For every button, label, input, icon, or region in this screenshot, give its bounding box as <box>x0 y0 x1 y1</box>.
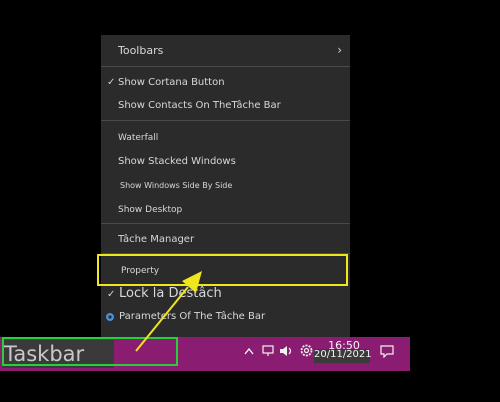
chevron-up-icon[interactable] <box>244 347 254 355</box>
menu-separator <box>101 66 350 67</box>
menu-item-label: Show Cortana Button <box>118 77 225 88</box>
notification-icon[interactable] <box>380 345 394 358</box>
menu-item-label: Show Contacts On TheTâche Bar <box>118 100 281 111</box>
chevron-right-icon: › <box>337 43 342 57</box>
check-icon: ✓ <box>107 289 116 300</box>
clock-date[interactable]: 20/11/2021 <box>314 349 372 363</box>
network-icon[interactable] <box>261 345 275 357</box>
menu-item-label: Show Windows Side By Side <box>120 181 233 190</box>
annotation-arrow-icon <box>135 271 202 352</box>
menu-separator <box>101 223 350 224</box>
menu-item-label: Tâche Manager <box>118 234 195 245</box>
menu-item-label: Show Desktop <box>118 205 183 215</box>
menu-item-label: Show Stacked Windows <box>118 156 236 167</box>
menu-item-label: Toolbars <box>118 44 164 57</box>
menu-item-label: Waterfall <box>118 133 159 143</box>
gear-icon <box>106 313 114 321</box>
settings-gear-icon[interactable] <box>300 344 313 357</box>
menu-separator <box>101 120 350 121</box>
check-icon: ✓ <box>107 77 116 88</box>
volume-icon[interactable] <box>279 345 293 357</box>
